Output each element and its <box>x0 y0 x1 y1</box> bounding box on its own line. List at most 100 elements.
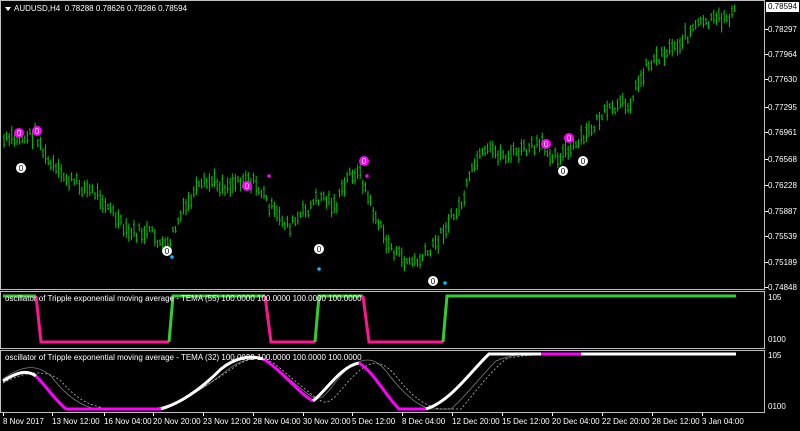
price-bar <box>484 145 486 157</box>
price-bar <box>377 218 380 231</box>
price-bar <box>523 139 525 152</box>
date-label: 8 Nov 2017 <box>3 417 44 426</box>
price-bar <box>120 214 122 226</box>
price-bar <box>96 183 99 200</box>
price-bar <box>190 194 193 210</box>
price-bar <box>177 217 180 225</box>
price-chart-panel[interactable]: 0 0 0 0 0 0 0 0 0 0 0 0 AUDUSD,H4 0.78288 0.78626 0… <box>0 0 765 290</box>
price-bar <box>234 174 237 192</box>
price-bar <box>195 176 198 195</box>
price-bar <box>486 143 489 154</box>
price-bar <box>395 246 398 256</box>
signal-marker-down: 0 <box>428 276 438 286</box>
price-bar <box>419 253 421 269</box>
price-bar <box>593 125 596 133</box>
price-bar <box>153 228 156 247</box>
price-bar <box>185 198 187 216</box>
price-bar <box>307 209 310 218</box>
signal-marker-down-label: 0 <box>165 247 170 256</box>
price-axis[interactable]: 0.78297 0.77964 0.77630 0.77295 0.76961 0.765… <box>765 0 800 292</box>
oscillator-tema55-panel[interactable]: oscillator of Tripple exponential moving… <box>0 291 765 349</box>
chart-symbol: AUDUSD,H4 <box>14 4 61 13</box>
price-bar <box>39 136 42 151</box>
price-bar <box>294 216 297 227</box>
price-bar <box>148 225 151 233</box>
price-bar <box>471 162 473 173</box>
price-bar <box>660 46 663 58</box>
price-bar <box>367 190 369 205</box>
signal-dot <box>365 174 369 178</box>
signal-marker-down: 0 <box>16 163 26 173</box>
price-bar <box>533 145 536 156</box>
date-tick <box>153 413 154 416</box>
price-label: 0.78297 <box>768 25 797 34</box>
price-bar <box>91 184 94 194</box>
signal-marker-down-label: 0 <box>561 167 566 176</box>
price-bar <box>192 186 195 198</box>
price-label: 0.77630 <box>768 75 797 84</box>
price-bar <box>619 95 622 109</box>
price-bar <box>608 102 611 110</box>
price-bar <box>614 107 616 115</box>
signal-dot <box>443 281 447 285</box>
date-tick <box>652 413 653 416</box>
price-bar <box>673 40 676 51</box>
price-bar <box>705 17 707 26</box>
price-bar <box>138 223 141 232</box>
price-bar <box>494 145 497 159</box>
price-bar <box>551 154 554 164</box>
price-bar <box>437 235 440 254</box>
price-bar <box>88 183 91 196</box>
price-bar <box>36 138 39 148</box>
price-bar <box>582 134 585 145</box>
oscillator-tema32-panel[interactable]: oscillator of Tripple exponential moving… <box>0 350 765 413</box>
price-bar <box>575 140 577 149</box>
date-label: 15 Dec 12:00 <box>502 417 550 426</box>
price-bar <box>156 239 159 248</box>
price-bar <box>296 211 299 225</box>
date-label: 16 Nov 04:00 <box>104 417 152 426</box>
chart-header: AUDUSD,H4 0.78288 0.78626 0.78286 0.7859… <box>5 4 187 13</box>
price-bar <box>309 200 312 210</box>
price-bar <box>463 190 466 207</box>
price-bar <box>369 194 372 206</box>
price-bar <box>302 200 304 217</box>
price-bar <box>5 131 8 141</box>
price-bar <box>146 220 148 239</box>
price-bar <box>283 221 286 231</box>
signal-marker-up-label: 0 <box>245 182 250 191</box>
price-chart-canvas[interactable]: 0 0 0 0 0 0 0 0 0 0 0 0 <box>1 1 764 289</box>
price-bar <box>725 14 728 23</box>
signal-marker-up-label: 0 <box>17 129 22 138</box>
price-bar <box>525 149 528 157</box>
time-axis[interactable]: 8 Nov 2017 13 Nov 12:00 16 Nov 04:00 20 Nov… <box>0 413 800 431</box>
price-bar <box>70 172 73 182</box>
price-bar <box>317 199 320 206</box>
price-label: 0.76228 <box>768 181 797 190</box>
price-bar <box>86 179 89 198</box>
price-bar <box>491 140 494 159</box>
date-tick <box>552 413 553 416</box>
price-bar <box>135 232 138 243</box>
price-bar <box>567 145 570 160</box>
price-bar <box>372 206 375 224</box>
chart-menu-icon[interactable] <box>5 6 11 11</box>
date-tick <box>602 413 603 416</box>
price-bar <box>117 209 120 229</box>
price-label: 0.76961 <box>768 128 797 137</box>
price-bar <box>187 191 190 211</box>
price-bar <box>473 158 476 172</box>
date-label: 5 Dec 12:00 <box>352 417 396 426</box>
signal-marker-down: 0 <box>314 244 324 254</box>
price-bar <box>528 142 531 153</box>
price-bar <box>424 243 427 257</box>
price-bar <box>650 60 653 71</box>
price-bar <box>104 198 107 213</box>
price-bar <box>694 20 697 30</box>
price-bar <box>166 236 169 247</box>
price-bar <box>260 189 263 198</box>
price-bar <box>55 163 57 174</box>
price-bar <box>707 20 710 30</box>
price-bar <box>439 227 442 234</box>
price-bar <box>666 49 668 58</box>
